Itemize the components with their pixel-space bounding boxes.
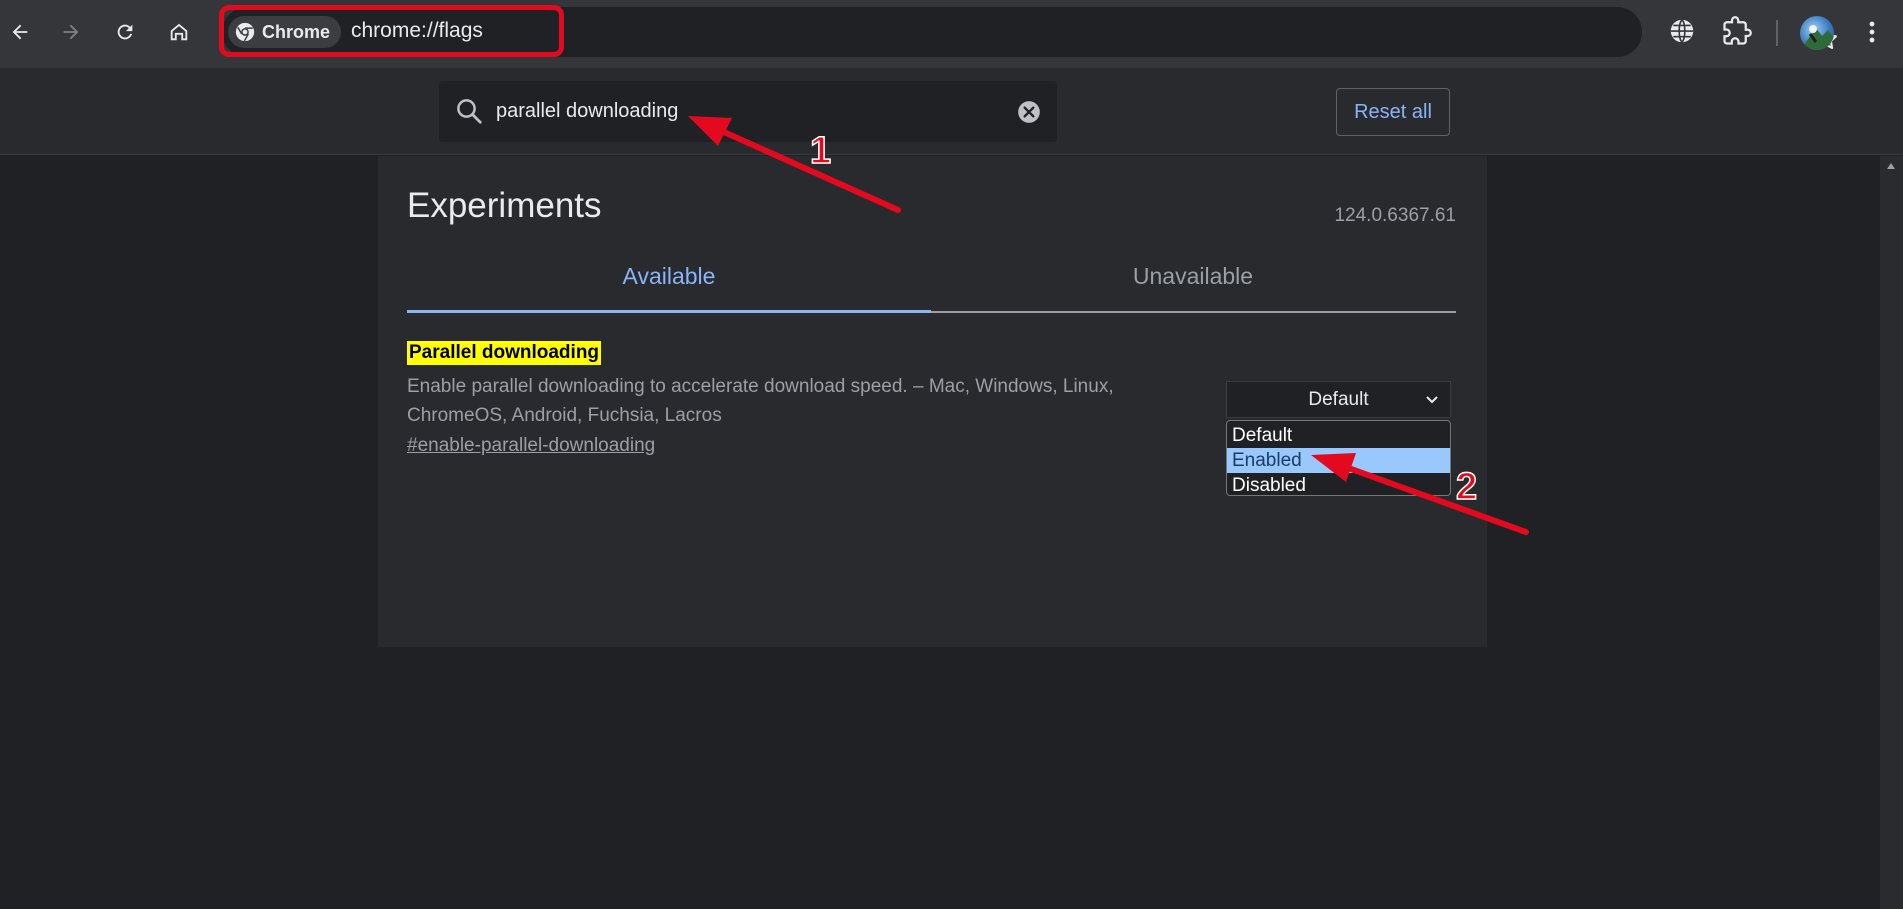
clear-search-icon[interactable]: [1016, 99, 1042, 125]
reload-button[interactable]: [107, 14, 143, 50]
flag-description: Enable parallel downloading to accelerat…: [407, 376, 1114, 426]
option-disabled[interactable]: Disabled: [1227, 473, 1450, 498]
flag-state-select[interactable]: Default: [1226, 381, 1451, 418]
tab-available[interactable]: Available: [407, 246, 931, 306]
option-default[interactable]: Default: [1227, 423, 1450, 448]
page-title: Experiments: [407, 186, 602, 225]
home-button[interactable]: [161, 14, 197, 50]
back-button[interactable]: [2, 14, 38, 50]
chevron-down-icon: [1426, 396, 1438, 404]
experiments-card: Experiments 124.0.6367.61 Available Unav…: [378, 156, 1487, 647]
profile-avatar[interactable]: [1800, 16, 1834, 50]
flag-state-options: Default Enabled Disabled: [1226, 420, 1451, 496]
arrow-right-icon: [63, 24, 79, 40]
version-label: 124.0.6367.61: [1334, 205, 1456, 226]
toolbar-divider: [1776, 20, 1778, 46]
tabs: Available Unavailable: [407, 246, 1456, 313]
home-icon: [170, 23, 188, 41]
arrow-left-icon: [12, 24, 28, 40]
url-highlight-annotation: [219, 5, 564, 57]
flags-header: Reset all: [0, 68, 1903, 155]
tab-active-indicator: [407, 310, 931, 313]
scroll-up-arrow-icon[interactable]: [1886, 162, 1896, 170]
option-enabled[interactable]: Enabled: [1227, 448, 1450, 473]
avatar-image: [1800, 25, 1834, 50]
page-scrollbar[interactable]: [1880, 156, 1903, 909]
select-current-value: Default: [1308, 388, 1369, 410]
annotation-step-2: 2: [1455, 465, 1478, 509]
reload-icon: [117, 24, 133, 40]
flags-search-box[interactable]: [439, 81, 1057, 142]
annotation-step-1: 1: [809, 129, 832, 173]
search-icon: [457, 99, 482, 124]
forward-button[interactable]: [53, 14, 89, 50]
tab-unavailable[interactable]: Unavailable: [931, 246, 1455, 306]
browser-toolbar: Chrome chrome://flags: [0, 0, 1903, 68]
flag-permalink[interactable]: #enable-parallel-downloading: [407, 435, 655, 457]
flag-title: Parallel downloading: [407, 341, 602, 365]
search-input[interactable]: [494, 95, 994, 127]
globe-icon[interactable]: [1667, 16, 1697, 46]
puzzle-icon[interactable]: [1722, 16, 1752, 46]
kebab-menu-icon[interactable]: [1862, 16, 1882, 48]
reset-all-button[interactable]: Reset all: [1336, 88, 1450, 136]
